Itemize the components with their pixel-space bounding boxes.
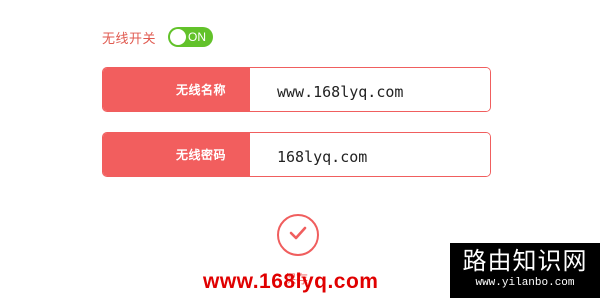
checkmark-icon	[287, 222, 309, 248]
ssid-label: 无线名称	[103, 68, 250, 111]
logo-title: 路由知识网	[462, 247, 588, 275]
ssid-field: 无线名称	[102, 67, 491, 112]
toggle-state-text: ON	[188, 30, 207, 44]
ssid-input[interactable]	[250, 68, 490, 111]
password-input[interactable]	[250, 133, 490, 176]
watermark-url: www.168lyq.com	[203, 270, 379, 293]
toggle-knob	[170, 29, 187, 45]
wireless-toggle[interactable]: ON	[168, 27, 214, 47]
save-button[interactable]	[277, 214, 319, 256]
password-field: 无线密码	[102, 132, 491, 177]
wireless-switch-row: 无线开关 ON	[102, 27, 214, 47]
wireless-switch-label: 无线开关	[102, 31, 157, 47]
site-logo: 路由知识网 www.yilanbo.com	[450, 243, 600, 298]
wireless-settings-page: 无线开关 ON 无线名称 无线密码 保存 www.168lyq.com 路由知识…	[0, 0, 600, 298]
logo-url: www.yilanbo.com	[475, 277, 575, 289]
password-label: 无线密码	[103, 133, 250, 176]
